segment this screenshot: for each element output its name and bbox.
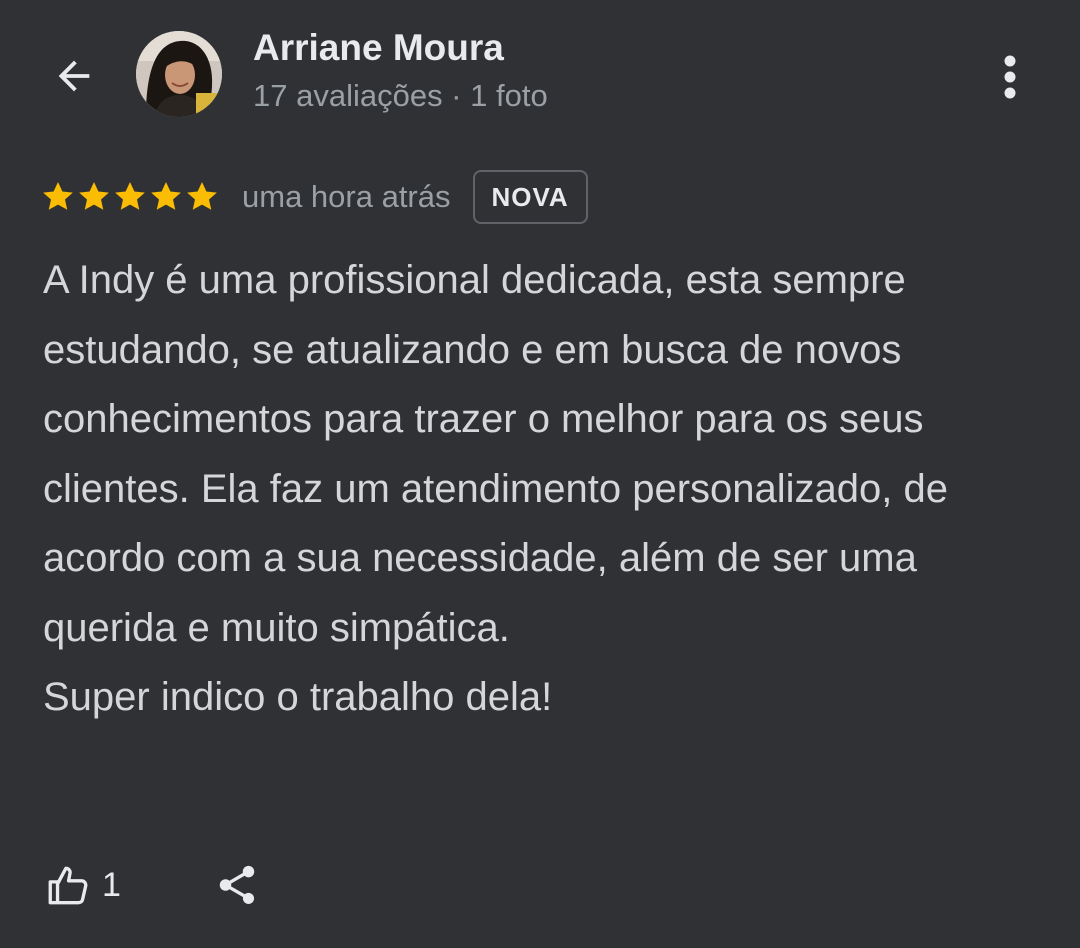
like-button[interactable]: 1 [44, 858, 121, 912]
author-name[interactable]: Arriane Moura [253, 27, 504, 69]
review-paragraph: Super indico o trabalho dela! [43, 675, 553, 719]
review-text: A Indy é uma profissional dedicada, esta… [43, 246, 1053, 733]
star-icon [151, 182, 181, 210]
avatar[interactable] [136, 31, 222, 117]
author-photo [136, 31, 222, 117]
star-icon [79, 182, 109, 210]
more-options-button[interactable] [988, 50, 1032, 104]
author-meta: 17 avaliações · 1 foto [253, 78, 548, 113]
share-button[interactable] [210, 858, 264, 912]
back-button[interactable] [46, 50, 102, 102]
thumbs-up-icon [48, 866, 88, 905]
star-icon [187, 182, 217, 210]
review-paragraph: A Indy é uma profissional dedicada, esta… [43, 258, 948, 650]
share-icon [219, 865, 255, 905]
star-icon [43, 182, 73, 210]
more-vertical-icon [1004, 55, 1016, 99]
review-time: uma hora atrás [242, 179, 451, 214]
star-icon [115, 182, 145, 210]
arrow-left-icon [58, 60, 90, 92]
new-badge: NOVA [472, 170, 588, 224]
like-count: 1 [102, 865, 121, 904]
rating-row: uma hora atrás NOVA [40, 168, 588, 226]
star-rating [40, 179, 220, 215]
